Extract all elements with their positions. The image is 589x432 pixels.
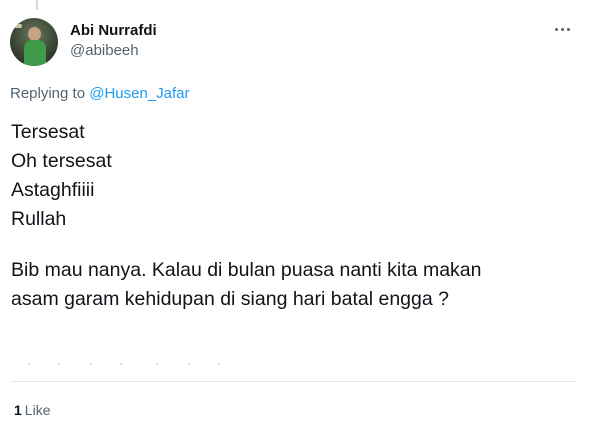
- clipped-content-remnant: [28, 363, 228, 366]
- likes-label: Like: [24, 402, 51, 418]
- tweet-text-line: Rullah: [11, 208, 67, 230]
- avatar-shirt: [24, 40, 46, 66]
- divider: [10, 381, 577, 382]
- more-horizontal-icon-dot: [566, 27, 570, 31]
- tweet-text: Tersesat Oh tersesat Astaghfiiii Rullah …: [11, 118, 571, 314]
- author-names[interactable]: Abi Nurrafdi @abibeeh: [70, 21, 157, 61]
- tweet-text-line: asam garam kehidupan di siang hari batal…: [11, 288, 449, 310]
- tweet-text-line: Oh tersesat: [11, 150, 112, 172]
- tweet-header: Abi Nurrafdi @abibeeh: [10, 18, 577, 66]
- tweet-text-line: Astaghfiiii: [11, 179, 95, 201]
- author-display-name[interactable]: Abi Nurrafdi: [70, 21, 157, 41]
- more-options-button[interactable]: [547, 18, 577, 40]
- tweet-text-line: Bib mau nanya. Kalau di bulan puasa nant…: [11, 259, 482, 281]
- thread-connector-line: [36, 0, 38, 10]
- reply-mention-link[interactable]: @Husen_Jafar: [89, 85, 189, 102]
- author-handle[interactable]: @abibeeh: [70, 41, 157, 61]
- avatar-background-light: [14, 24, 22, 28]
- more-horizontal-icon: [554, 27, 558, 31]
- replying-to: Replying to @Husen_Jafar: [10, 85, 190, 103]
- more-horizontal-icon-dot: [560, 27, 564, 31]
- avatar-head: [28, 27, 41, 41]
- likes-count-link[interactable]: 1 Like: [14, 401, 50, 419]
- likes-count: 1: [14, 402, 22, 418]
- tweet-text-line: Tersesat: [11, 121, 85, 143]
- avatar[interactable]: [10, 18, 58, 66]
- replying-to-label: Replying to: [10, 85, 86, 102]
